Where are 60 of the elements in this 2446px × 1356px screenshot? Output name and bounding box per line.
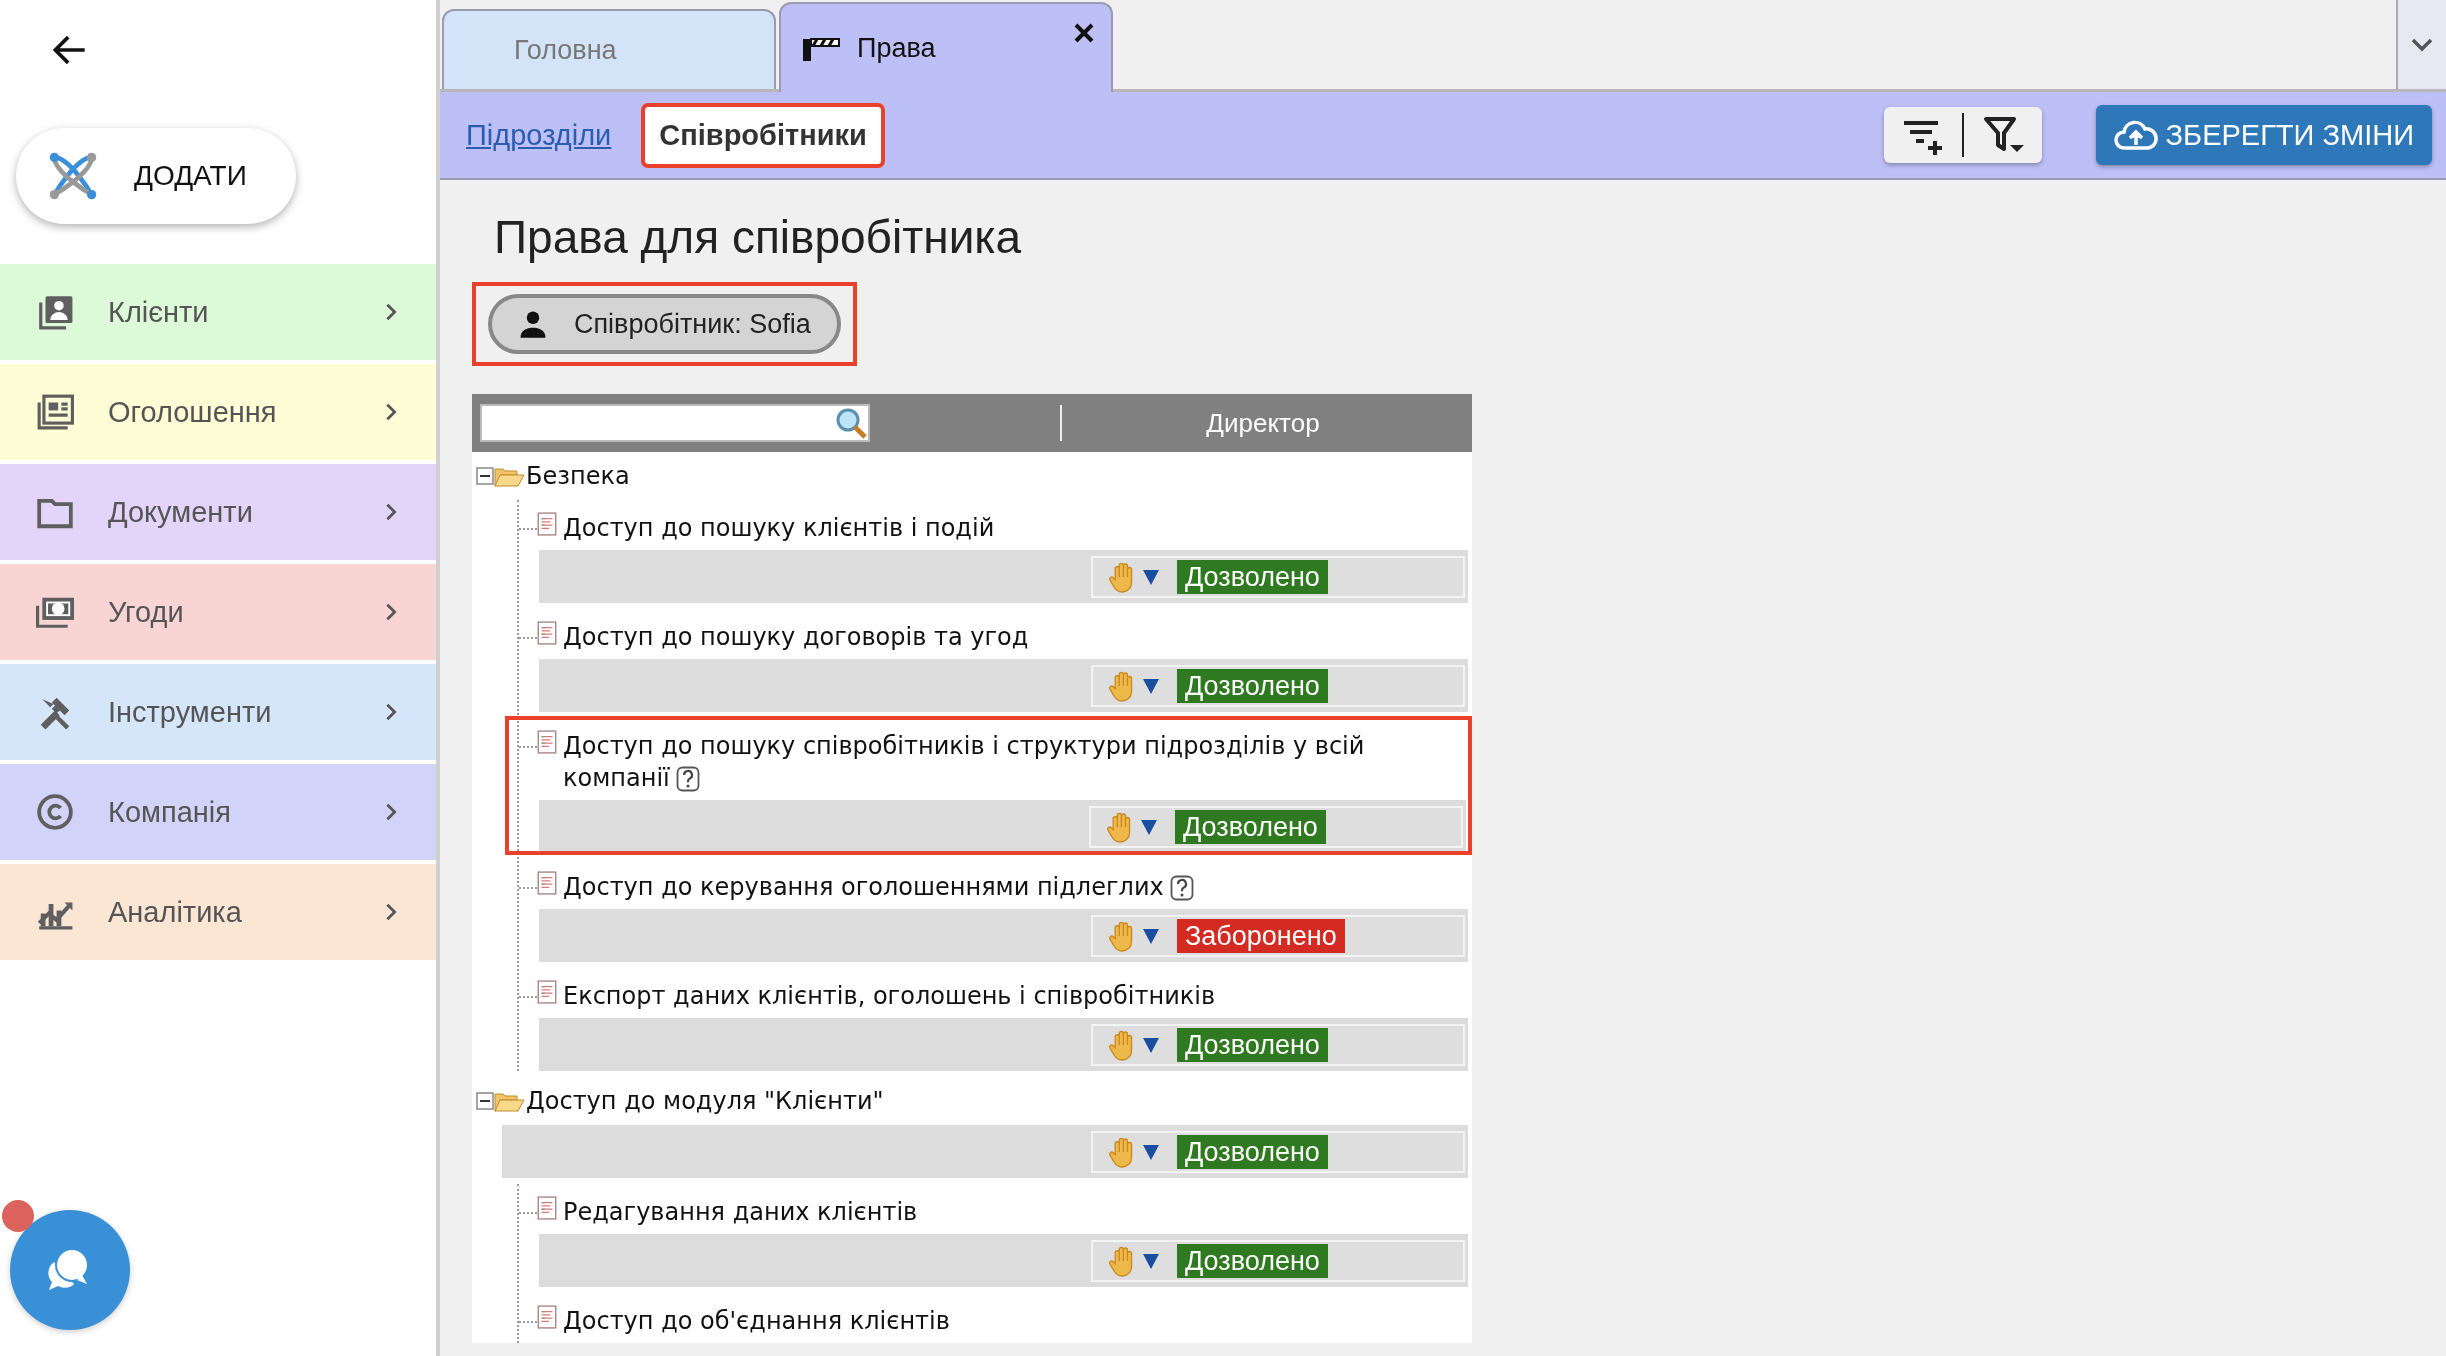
document-icon [537,621,557,645]
permission-status[interactable]: Дозволено [1175,809,1326,844]
help-icon[interactable] [675,766,700,792]
dropdown-caret-icon[interactable] [1141,676,1161,695]
tab[interactable]: Права [779,2,1113,92]
page-title: Права для співробітника [494,210,1023,265]
sidebar-item[interactable]: Аналітика [0,864,436,960]
menu-item-icon [36,793,74,831]
dropdown-caret-icon[interactable] [1141,1251,1161,1270]
permission-label: Доступ до об'єднання клієнтів [563,1306,950,1337]
search-icon[interactable] [834,406,868,440]
collapse-icon[interactable] [476,467,494,485]
permission-label: Редагування даних клієнтів [563,1197,918,1228]
document-icon [537,512,557,536]
document-icon [537,1305,557,1329]
dropdown-caret-icon[interactable] [1141,1142,1161,1161]
chat-button[interactable] [10,1210,130,1330]
permission-label: Доступ до пошуку договорів та угод [563,622,1029,653]
permission-label: Експорт даних клієнтів, оголошень і співробітників [563,981,1216,1012]
close-icon[interactable] [1073,22,1095,44]
dropdown-caret-icon[interactable] [1139,817,1159,836]
dropdown-caret-icon[interactable] [1141,926,1161,945]
permission-status[interactable]: Дозволено [1177,1027,1328,1062]
sidebar-item[interactable]: Оголошення [0,364,436,460]
dropdown-caret-icon[interactable] [1141,1035,1161,1054]
dropdown-caret-icon[interactable] [1141,567,1161,586]
permission-status[interactable]: Дозволено [1177,668,1328,703]
menu-item-icon [36,293,74,331]
cloud-upload-icon [2113,119,2158,151]
permission-label: Доступ до пошуку клієнтів і подій [563,513,995,544]
funnel-dropdown-icon[interactable] [1981,115,2026,155]
permission-label: Доступ до пошуку співробітників і структури підрозділів у всій компанії [563,731,1366,794]
tree-group-label[interactable]: Доступ до модуля "Клієнти" [526,1085,884,1117]
person-icon [518,309,548,339]
sidebar-item[interactable]: Інструменти [0,664,436,760]
sub-tab[interactable]: Підрозділи [466,118,612,152]
permission-label: Доступ до керування оголошеннями підлеглих [563,871,1194,903]
sidebar-item[interactable]: Компанія [0,764,436,860]
document-icon [537,980,557,1004]
collapse-icon[interactable] [476,1092,494,1110]
add-button[interactable]: ДОДАТИ [16,128,296,224]
column-header: Директор [1205,407,1321,439]
chevron-down-icon [2410,36,2434,53]
tree-group-label[interactable]: Безпека [526,460,630,492]
permission-status[interactable]: Дозволено [1177,1243,1328,1278]
document-icon [537,871,557,895]
sidebar-item[interactable]: Документи [0,464,436,560]
permission-status[interactable]: Дозволено [1177,1134,1328,1169]
sidebar-item[interactable]: Клієнти [0,264,436,360]
menu-item-icon [36,393,74,431]
employee-chip[interactable]: Співробітник: Sofia [488,294,841,354]
tab[interactable]: Головна [442,9,776,89]
save-changes-button[interactable]: ЗБЕРЕГТИ ЗМІНИ [2095,105,2432,165]
document-icon [537,730,557,754]
search-field[interactable] [480,404,870,442]
help-icon[interactable] [1169,875,1194,901]
permission-status[interactable]: Дозволено [1177,559,1328,594]
sidebar-item[interactable]: Угоди [0,564,436,660]
permission-status[interactable]: Заборонено [1177,918,1345,953]
document-icon [537,1196,557,1220]
